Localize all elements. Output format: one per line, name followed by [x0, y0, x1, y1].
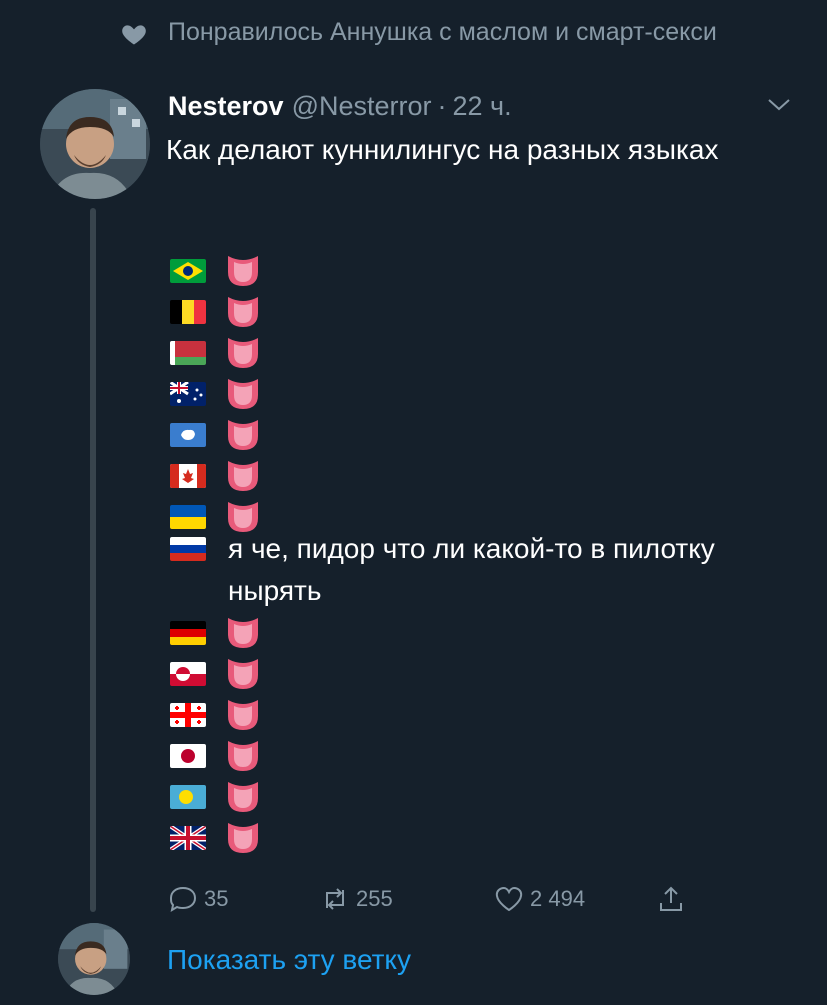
separator: · [437, 91, 447, 121]
tweet-header: Nesterov @Nesterror · 22 ч. [168, 88, 512, 124]
tweet-text: Как делают куннилингус на разных языках [166, 134, 719, 165]
list-item [170, 776, 730, 817]
avatar[interactable] [58, 923, 130, 995]
antarctica-flag-icon [170, 422, 206, 447]
tongue-icon [228, 296, 258, 327]
retweet-button[interactable]: 255 [320, 884, 393, 914]
heart-icon [122, 25, 146, 45]
russia-flag-icon [170, 537, 206, 561]
tongue-icon [228, 699, 258, 730]
reply-count: 35 [204, 886, 229, 911]
social-context: Понравилось Аннушка с маслом и смарт-сек… [120, 16, 720, 48]
australia-flag-icon [170, 381, 206, 406]
tweet-time[interactable]: 22 ч. [453, 88, 512, 124]
share-icon [660, 886, 682, 911]
greenland-flag-icon [170, 661, 206, 686]
belgium-flag-icon [170, 299, 206, 324]
united-kingdom-flag-icon [170, 825, 206, 850]
japan-flag-icon [170, 743, 206, 768]
author-handle[interactable]: @Nesterror [292, 88, 432, 124]
list-item [170, 653, 730, 694]
list-item [170, 414, 730, 455]
share-button[interactable] [656, 884, 692, 914]
thread-line [90, 208, 96, 912]
heart-outline-icon [495, 886, 523, 912]
reply-button[interactable]: 35 [168, 884, 228, 914]
list-item [170, 291, 730, 332]
tongue-icon [228, 781, 258, 812]
tongue-icon [228, 617, 258, 648]
social-context-text: Понравилось Аннушка с маслом и смарт-сек… [168, 18, 717, 46]
tweet-actions: 35 255 2 494 [168, 884, 708, 920]
tweet-emoji-lines: я че, пидор что ли какой-то в пилотку ны… [170, 250, 730, 858]
tongue-icon [228, 419, 258, 450]
tongue-icon [228, 337, 258, 368]
list-item [170, 612, 730, 653]
like-button[interactable]: 2 494 [494, 884, 585, 914]
author-name[interactable]: Nesterov [168, 88, 284, 124]
brazil-flag-icon [170, 258, 206, 283]
list-item: я че, пидор что ли какой-то в пилотку ны… [170, 533, 730, 612]
show-thread-link[interactable]: Показать эту ветку [167, 942, 411, 978]
tongue-icon [228, 460, 258, 491]
list-item [170, 250, 730, 291]
like-count: 2 494 [530, 886, 586, 911]
list-item [170, 455, 730, 496]
tongue-icon [228, 255, 258, 286]
list-item [170, 694, 730, 735]
palau-flag-icon [170, 784, 206, 809]
germany-flag-icon [170, 620, 206, 645]
chevron-down-icon[interactable] [766, 96, 792, 114]
russia-line-text: я че, пидор что ли какой-то в пилотку ны… [228, 533, 715, 606]
tongue-icon [228, 658, 258, 689]
retweet-icon [326, 888, 344, 910]
belarus-flag-icon [170, 340, 206, 365]
ukraine-flag-icon [170, 504, 206, 529]
avatar[interactable] [40, 89, 150, 199]
reply-icon [169, 886, 197, 913]
retweet-count: 255 [356, 886, 393, 911]
tongue-icon [228, 378, 258, 409]
list-item [170, 817, 730, 858]
list-item [170, 332, 730, 373]
list-item [170, 735, 730, 776]
tongue-icon [228, 822, 258, 853]
canada-flag-icon [170, 463, 206, 488]
georgia-flag-icon [170, 702, 206, 727]
tongue-icon [228, 740, 258, 771]
list-item [170, 373, 730, 414]
